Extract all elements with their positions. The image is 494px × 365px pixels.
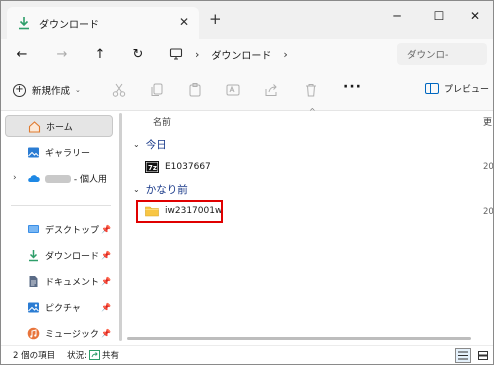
sidebar-item-home[interactable]: ホーム <box>5 115 113 137</box>
sidebar-item-label: - 個人用 <box>45 172 107 185</box>
file-list-pane: 名前 ^ 更 ⌄ 今日 7z E1037667 20 ⌄ かなり前 iw2317… <box>125 107 494 345</box>
sidebar-divider <box>11 205 111 206</box>
sidebar-item-pictures[interactable]: ピクチャ 📌 <box>5 296 113 318</box>
group-chevron-icon: ⌄ <box>133 140 140 149</box>
redacted-account-name <box>45 175 71 183</box>
download-icon <box>19 17 29 30</box>
new-button[interactable]: + 新規作成 ⌄ <box>13 81 81 99</box>
cut-icon[interactable] <box>111 82 127 98</box>
shared-icon <box>89 350 100 360</box>
paste-icon[interactable] <box>187 82 203 98</box>
expand-chevron-icon[interactable]: › <box>13 173 17 183</box>
close-button[interactable]: ✕ <box>461 6 489 26</box>
rename-icon[interactable] <box>225 82 241 98</box>
navigation-pane: ホーム ギャラリー › - 個人用 デスクトップ 📌 ダウンロード 📌 ドキュメ… <box>1 111 121 345</box>
state-label: 状況: <box>67 351 87 361</box>
up-button[interactable]: ↑ <box>89 43 111 65</box>
sidebar-item-downloads[interactable]: ダウンロード 📌 <box>5 244 113 266</box>
pin-icon[interactable]: 📌 <box>101 303 111 312</box>
title-bar: ダウンロード ✕ + ─ ☐ ✕ <box>1 1 493 39</box>
pin-icon[interactable]: 📌 <box>101 251 111 260</box>
sidebar-item-label: ミュージック <box>45 329 99 340</box>
command-bar: + 新規作成 ⌄ ··· プレビュー <box>1 69 493 111</box>
group-header-long-ago[interactable]: ⌄ かなり前 <box>133 182 188 197</box>
pictures-icon <box>28 302 39 312</box>
list-view-icon <box>458 351 468 360</box>
onedrive-label: - 個人用 <box>73 174 107 185</box>
breadcrumb-separator[interactable]: › <box>195 48 199 61</box>
sidebar-item-label: ギャラリー <box>45 148 91 159</box>
maximize-button[interactable]: ☐ <box>425 6 453 26</box>
music-icon <box>27 327 40 339</box>
tab-close-icon[interactable]: ✕ <box>179 15 189 29</box>
details-view-button[interactable] <box>455 348 471 363</box>
file-row[interactable]: 7z E1037667 <box>145 161 211 173</box>
breadcrumb-separator-trailing[interactable]: › <box>283 48 287 61</box>
sidebar-item-label: ホーム <box>46 122 73 133</box>
back-button[interactable]: ← <box>11 43 33 65</box>
tiles-view-button[interactable] <box>475 348 491 363</box>
pin-icon[interactable]: 📌 <box>101 329 111 338</box>
group-header-today[interactable]: ⌄ 今日 <box>133 137 167 152</box>
sidebar-item-music[interactable]: ミュージック 📌 <box>5 322 113 344</box>
tab-downloads[interactable]: ダウンロード ✕ <box>7 7 199 39</box>
search-input[interactable]: ダウンロ- <box>397 43 487 65</box>
desktop-icon <box>28 224 39 233</box>
sidebar-item-label: ダウンロード <box>45 251 100 262</box>
group-label: 今日 <box>145 139 167 151</box>
address-row: ← → ↑ ↻ › ダウンロード › ダウンロ- <box>1 39 493 69</box>
sidebar-item-label: ドキュメント <box>45 277 100 288</box>
plus-icon: + <box>13 83 26 97</box>
file-explorer-window: ダウンロード ✕ + ─ ☐ ✕ ← → ↑ ↻ › ダウンロード › ダウンロ… <box>0 0 494 365</box>
horizontal-scrollbar[interactable] <box>127 337 471 340</box>
copy-icon[interactable] <box>149 82 165 98</box>
highlight-box <box>136 200 223 223</box>
sidebar-scrollbar[interactable] <box>119 113 122 341</box>
sidebar-item-documents[interactable]: ドキュメント 📌 <box>5 270 113 292</box>
preview-button[interactable]: プレビュー <box>425 82 489 95</box>
state-value: 共有 <box>102 351 120 361</box>
preview-pane-icon <box>425 83 439 94</box>
chevron-down-icon: ⌄ <box>75 86 81 94</box>
column-header-modified[interactable]: 更 <box>483 115 492 128</box>
new-button-label: 新規作成 <box>32 86 71 97</box>
home-icon <box>28 120 41 133</box>
forward-button[interactable]: → <box>51 43 73 65</box>
delete-icon[interactable] <box>303 82 319 98</box>
sort-caret-icon: ^ <box>309 107 316 116</box>
file-date: 20 <box>483 162 494 172</box>
computer-icon <box>169 48 183 60</box>
sidebar-item-gallery[interactable]: ギャラリー <box>5 141 113 163</box>
more-options-button[interactable]: ··· <box>343 79 362 95</box>
item-count: 2 個の項目 <box>13 351 56 361</box>
sidebar-item-label: デスクトップ <box>45 225 100 236</box>
tiles-view-icon <box>478 351 488 360</box>
cloud-icon <box>28 174 40 182</box>
gallery-icon <box>28 147 39 157</box>
download-icon <box>29 249 38 261</box>
minimize-button[interactable]: ─ <box>383 6 411 26</box>
sidebar-item-label: ピクチャ <box>45 303 81 314</box>
address-bar[interactable]: › ダウンロード › <box>161 42 389 66</box>
svg-text:7z: 7z <box>148 164 157 172</box>
new-tab-button[interactable]: + <box>209 10 222 28</box>
document-icon <box>29 275 38 287</box>
preview-label: プレビュー <box>444 85 490 95</box>
status-state: 状況: 共有 <box>67 349 119 361</box>
tab-title: ダウンロード <box>39 19 99 31</box>
file-name: E1037667 <box>165 162 211 172</box>
group-chevron-icon: ⌄ <box>133 185 140 194</box>
pin-icon[interactable]: 📌 <box>101 225 111 234</box>
sidebar-item-desktop[interactable]: デスクトップ 📌 <box>5 218 113 240</box>
share-icon[interactable] <box>263 82 279 98</box>
group-label: かなり前 <box>145 184 188 196</box>
column-header-name[interactable]: 名前 <box>153 115 171 128</box>
status-bar: 2 個の項目 状況: 共有 <box>1 345 493 364</box>
sidebar-item-onedrive[interactable]: › - 個人用 <box>5 167 113 189</box>
7z-archive-icon: 7z <box>145 161 159 173</box>
pin-icon[interactable]: 📌 <box>101 277 111 286</box>
file-date: 20 <box>483 207 494 217</box>
breadcrumb-downloads[interactable]: ダウンロード <box>211 47 271 62</box>
refresh-button[interactable]: ↻ <box>127 43 149 65</box>
